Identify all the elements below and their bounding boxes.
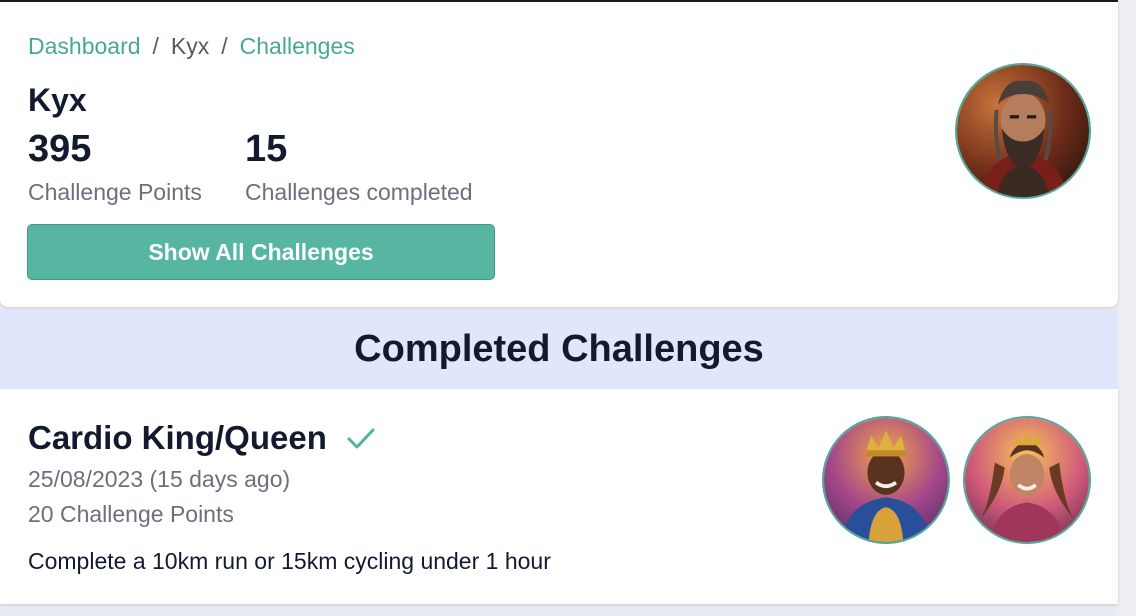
breadcrumb-dashboard[interactable]: Dashboard bbox=[28, 33, 141, 59]
scrollbar[interactable] bbox=[1118, 0, 1136, 616]
challenge-title: Cardio King/Queen bbox=[28, 419, 327, 456]
user-name: Kyx bbox=[28, 82, 87, 118]
stat-label: Challenge Points bbox=[28, 179, 202, 205]
breadcrumb-separator: / bbox=[221, 33, 228, 59]
challenge-card[interactable]: Cardio King/Queen 25/08/2023 (15 days ag… bbox=[0, 389, 1118, 604]
breadcrumb-separator: / bbox=[152, 33, 159, 59]
breadcrumb-user: Kyx bbox=[170, 33, 210, 59]
queen-avatar-icon bbox=[963, 416, 1091, 544]
stat-label: Challenges completed bbox=[245, 179, 473, 205]
stat-value: 15 bbox=[245, 128, 288, 170]
show-all-challenges-button[interactable]: Show All Challenges bbox=[27, 224, 495, 280]
completed-challenges-heading: Completed Challenges bbox=[0, 310, 1118, 388]
challenge-description: Complete a 10km run or 15km cycling unde… bbox=[28, 548, 551, 574]
stat-challenges-completed: 15 Challenges completed bbox=[245, 129, 473, 206]
challenge-title-row: Cardio King/Queen bbox=[28, 419, 377, 457]
breadcrumb: Dashboard / Kyx / Challenges bbox=[28, 33, 355, 59]
profile-card: Dashboard / Kyx / Challenges Kyx 395 Challen… bbox=[0, 2, 1118, 307]
stat-challenge-points: 395 Challenge Points bbox=[28, 129, 202, 206]
breadcrumb-challenges[interactable]: Challenges bbox=[240, 33, 355, 59]
challenge-points: 20 Challenge Points bbox=[28, 501, 234, 527]
challenge-date: 25/08/2023 (15 days ago) bbox=[28, 466, 291, 492]
checkmark-icon bbox=[347, 428, 375, 449]
king-avatar-icon bbox=[822, 416, 950, 544]
stat-value: 395 bbox=[28, 128, 92, 170]
warrior-avatar-icon[interactable] bbox=[955, 63, 1091, 199]
